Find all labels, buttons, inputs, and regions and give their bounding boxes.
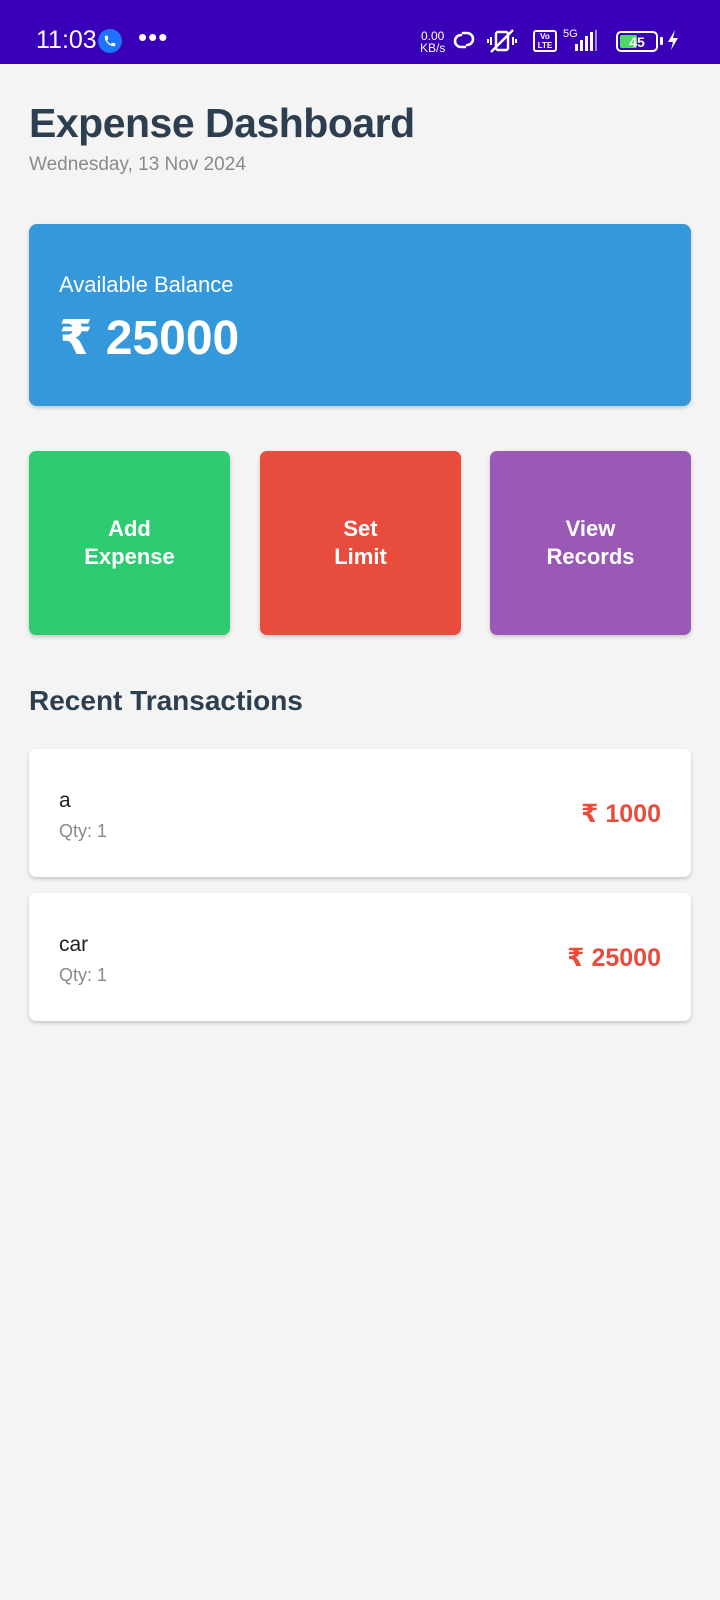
network-speed-unit: KB/s: [420, 41, 446, 55]
recent-transactions-title: Recent Transactions: [29, 685, 303, 716]
charging-icon: [666, 29, 680, 56]
set-limit-button[interactable]: Set Limit: [260, 451, 461, 635]
add-expense-label-line1: Add: [108, 516, 151, 541]
transaction-amount: ₹ 25000: [567, 944, 661, 972]
transaction-item[interactable]: car Qty: 1 ₹ 25000: [29, 893, 691, 1021]
balance-label: Available Balance: [59, 272, 234, 297]
volte-icon: Vo LTE: [533, 30, 557, 52]
battery-icon: 45: [616, 31, 658, 52]
transaction-name: car: [59, 933, 89, 956]
more-notifications-icon: •••: [138, 22, 169, 52]
balance-card: Available Balance ₹ 25000: [29, 224, 691, 406]
transaction-name: a: [59, 789, 71, 812]
transaction-item[interactable]: a Qty: 1 ₹ 1000: [29, 749, 691, 877]
set-limit-label-line2: Limit: [334, 544, 387, 569]
status-bar: 11:03 ••• 0.00 KB/s Vo LTE 5G 45: [0, 0, 720, 64]
view-records-button[interactable]: View Records: [490, 451, 691, 635]
page-title: Expense Dashboard: [29, 100, 415, 146]
vibrate-off-icon: [487, 28, 517, 59]
link-icon: [449, 28, 479, 57]
battery-cap: [660, 37, 663, 45]
current-date: Wednesday, 13 Nov 2024: [29, 154, 246, 175]
view-records-label-line1: View: [565, 516, 616, 541]
call-icon: [98, 29, 122, 53]
status-time: 11:03: [36, 26, 97, 54]
view-records-label-line2: Records: [546, 544, 635, 569]
balance-amount: ₹ 25000: [59, 312, 240, 365]
transaction-amount: ₹ 1000: [581, 800, 661, 828]
transaction-qty: Qty: 1: [59, 965, 108, 985]
add-expense-label-line2: Expense: [84, 544, 175, 569]
battery-level: 45: [629, 34, 645, 50]
transaction-qty: Qty: 1: [59, 821, 108, 841]
set-limit-label-line1: Set: [343, 516, 378, 541]
add-expense-button[interactable]: Add Expense: [29, 451, 230, 635]
network-speed: 0.00 KB/s: [420, 30, 445, 54]
signal-icon: [574, 30, 598, 57]
